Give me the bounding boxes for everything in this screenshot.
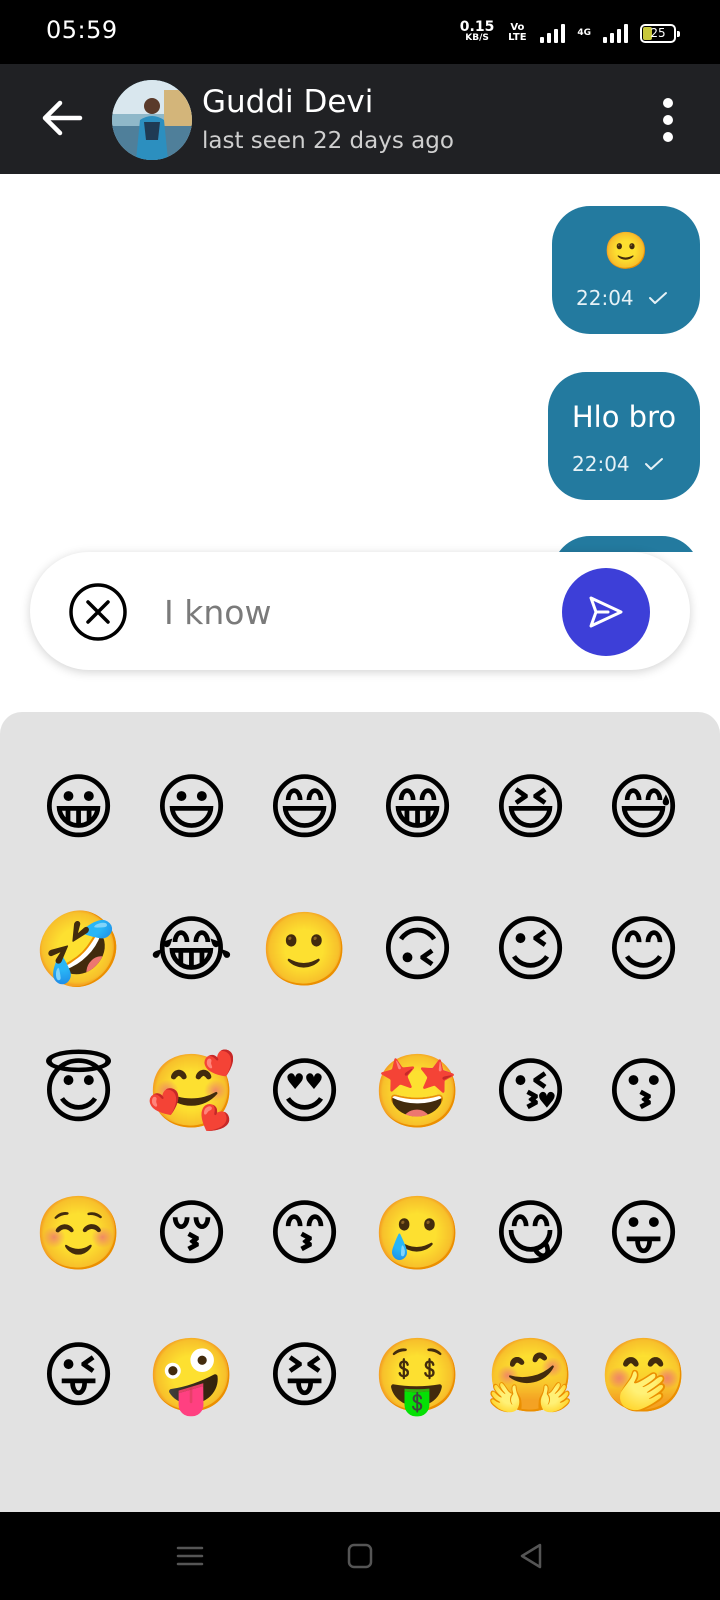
emoji-key[interactable]: 🙃 <box>361 878 474 1020</box>
network-speed-unit: KB/S <box>465 33 489 43</box>
emoji-key[interactable]: 🤑 <box>361 1304 474 1446</box>
emoji-key[interactable]: 😊 <box>587 878 700 1020</box>
signal-icon <box>540 23 566 43</box>
emoji-key[interactable]: 😚 <box>135 1162 248 1304</box>
check-icon <box>644 458 663 470</box>
emoji-key[interactable]: 😝 <box>248 1304 361 1446</box>
emoji-key[interactable]: 😄 <box>248 736 361 878</box>
message-time: 22:04 <box>576 286 634 310</box>
recent-apps-icon[interactable] <box>170 1536 210 1576</box>
emoji-key[interactable]: 😅 <box>587 736 700 878</box>
message-composer <box>30 552 690 670</box>
status-time: 05:59 <box>46 16 118 44</box>
emoji-key[interactable]: ☺️ <box>22 1162 135 1304</box>
volte-indicator: Vo LTE <box>508 22 527 43</box>
close-circle-icon[interactable] <box>68 582 128 642</box>
status-bar: 05:59 0.15 KB/S Vo LTE 4G 25 <box>0 0 720 64</box>
home-icon[interactable] <box>340 1536 380 1576</box>
message-list: 🙂 22:04 Hlo bro 22:04 <box>0 174 720 552</box>
emoji-key[interactable]: 🤭 <box>587 1304 700 1446</box>
back-triangle-icon[interactable] <box>512 1536 552 1576</box>
emoji-key[interactable]: 😛 <box>587 1162 700 1304</box>
menu-dot <box>663 115 673 125</box>
emoji-key[interactable]: 🤩 <box>361 1020 474 1162</box>
signal-icon-secondary <box>603 23 628 43</box>
chat-screen: 05:59 0.15 KB/S Vo LTE 4G 25 Guddi Devi … <box>0 0 720 1600</box>
emoji-grid: 😀😃😄😁😆😅🤣😂🙂🙃😉😊😇🥰😍🤩😘😗☺️😚😙🥲😋😛😜🤪😝🤑🤗🤭🤫🤔🤐🤨😐😑 <box>22 736 702 1512</box>
network-speed: 0.15 KB/S <box>459 19 495 44</box>
battery-icon: 25 <box>640 23 680 43</box>
message-meta: 22:04 <box>576 286 668 310</box>
emoji-key[interactable]: 😍 <box>248 1020 361 1162</box>
emoji-key[interactable]: 🤗 <box>474 1304 587 1446</box>
status-icons: 0.15 KB/S Vo LTE 4G 25 <box>459 18 680 48</box>
menu-dot <box>663 98 673 108</box>
message-input[interactable] <box>164 588 544 636</box>
check-icon <box>648 292 667 304</box>
network-type-label: 4G <box>577 27 591 38</box>
emoji-panel-bottom <box>0 1478 720 1512</box>
system-navigation-bar <box>0 1512 720 1600</box>
message-meta: 22:04 <box>572 452 664 476</box>
emoji-key[interactable]: 😙 <box>248 1162 361 1304</box>
emoji-key[interactable]: 😋 <box>474 1162 587 1304</box>
emoji-key[interactable]: 😗 <box>587 1020 700 1162</box>
message-text: Hlo bro <box>571 400 677 434</box>
emoji-key[interactable]: 😉 <box>474 878 587 1020</box>
emoji-key[interactable]: 🤪 <box>135 1304 248 1446</box>
contact-name[interactable]: Guddi Devi <box>202 84 373 120</box>
emoji-key[interactable]: 😁 <box>361 736 474 878</box>
emoji-key[interactable]: 🥰 <box>135 1020 248 1162</box>
send-icon <box>589 596 623 628</box>
message-bubble[interactable] <box>552 536 700 552</box>
emoji-key[interactable]: 🙂 <box>248 878 361 1020</box>
network-speed-value: 0.15 <box>459 19 495 35</box>
more-vertical-icon[interactable] <box>656 96 680 144</box>
message-bubble[interactable]: 🙂 22:04 <box>552 206 700 334</box>
avatar-photo <box>112 80 192 160</box>
message-bubble[interactable]: Hlo bro 22:04 <box>548 372 700 500</box>
message-time: 22:04 <box>572 452 630 476</box>
emoji-key[interactable]: 😂 <box>135 878 248 1020</box>
send-button[interactable] <box>562 568 650 656</box>
emoji-key[interactable]: 😃 <box>135 736 248 878</box>
emoji-panel: 😀😃😄😁😆😅🤣😂🙂🙃😉😊😇🥰😍🤩😘😗☺️😚😙🥲😋😛😜🤪😝🤑🤗🤭🤫🤔🤐🤨😐😑 <box>0 712 720 1512</box>
emoji-key[interactable]: 😇 <box>22 1020 135 1162</box>
emoji-key[interactable]: 😀 <box>22 736 135 878</box>
emoji-key[interactable]: 😆 <box>474 736 587 878</box>
avatar[interactable] <box>112 80 192 160</box>
chat-header: Guddi Devi last seen 22 days ago <box>0 64 720 174</box>
arrow-left-icon[interactable] <box>36 92 88 144</box>
message-text: 🙂 <box>603 231 649 272</box>
menu-dot <box>663 132 673 142</box>
last-seen-status: last seen 22 days ago <box>202 128 454 154</box>
emoji-key[interactable]: 🥲 <box>361 1162 474 1304</box>
emoji-key[interactable]: 😘 <box>474 1020 587 1162</box>
emoji-key[interactable]: 😜 <box>22 1304 135 1446</box>
battery-level: 25 <box>650 26 666 40</box>
emoji-key[interactable]: 🤣 <box>22 878 135 1020</box>
